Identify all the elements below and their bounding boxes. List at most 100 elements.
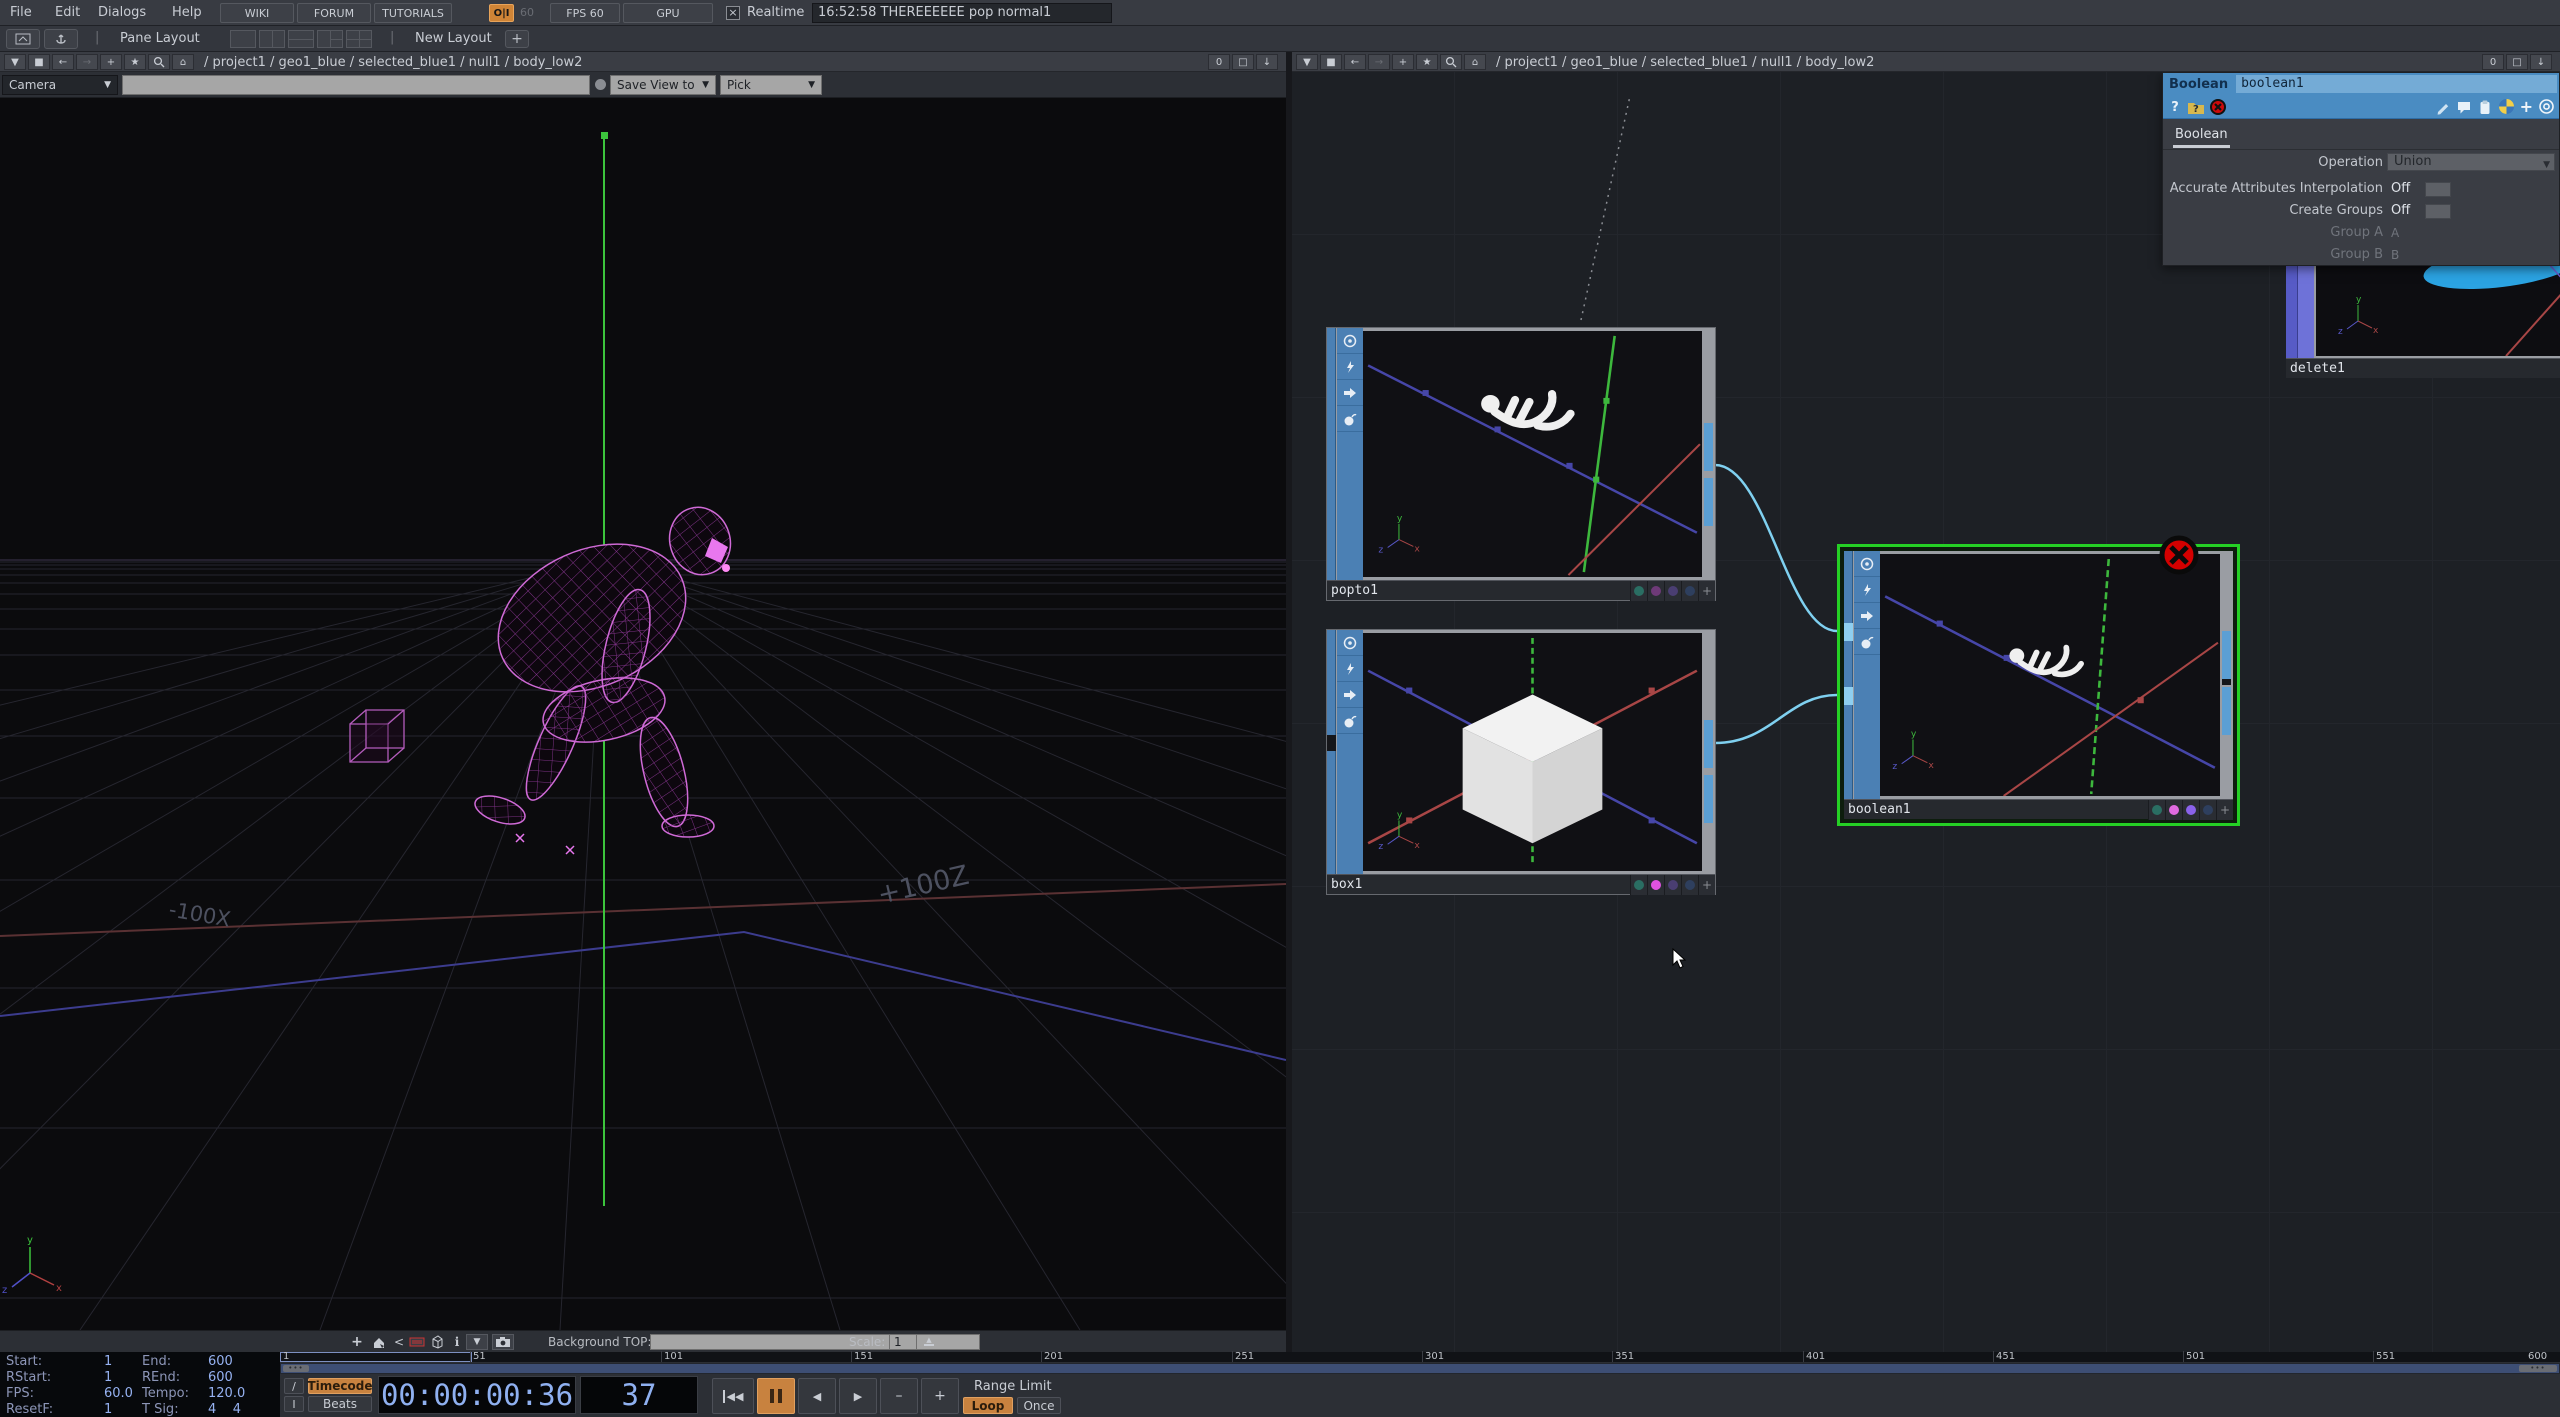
node-output-strip[interactable] bbox=[1702, 630, 1715, 874]
display-flag-icon[interactable] bbox=[1337, 328, 1363, 354]
color-dot[interactable] bbox=[2165, 800, 2182, 820]
home-icon[interactable]: ⌂ bbox=[1464, 54, 1486, 70]
color-dot[interactable] bbox=[1681, 581, 1698, 601]
search-icon[interactable] bbox=[1440, 54, 1462, 70]
y-axis-handle[interactable] bbox=[601, 132, 608, 139]
add-color-icon[interactable]: + bbox=[1698, 581, 1715, 601]
range-end-grip[interactable]: ••• bbox=[2519, 1365, 2557, 1372]
realtime-checkbox[interactable]: × bbox=[726, 6, 740, 20]
lock-flag-icon[interactable] bbox=[1337, 708, 1363, 734]
color-dot[interactable] bbox=[1647, 875, 1664, 895]
render-flag-icon[interactable] bbox=[1854, 603, 1880, 629]
fps-value[interactable]: 60.0 bbox=[104, 1386, 133, 1401]
tutorials-button[interactable]: TUTORIALS bbox=[374, 3, 452, 23]
rstart-value[interactable]: 1 bbox=[104, 1370, 112, 1385]
bypass-flag-icon[interactable] bbox=[1854, 577, 1880, 603]
layout-preset-two-columns[interactable] bbox=[259, 30, 285, 48]
create-groups-toggle[interactable] bbox=[2425, 204, 2451, 219]
search-icon[interactable] bbox=[148, 54, 170, 70]
node-name-label[interactable]: popto1 bbox=[1327, 583, 1630, 598]
operation-dropdown[interactable]: Union▼ bbox=[2387, 153, 2555, 171]
gpu-button[interactable]: GPU bbox=[623, 3, 713, 23]
display-flag-icon[interactable] bbox=[1337, 630, 1363, 656]
render-flag-icon[interactable] bbox=[1337, 380, 1363, 406]
target-mode-icon[interactable] bbox=[2538, 98, 2555, 115]
save-layout-icon[interactable] bbox=[44, 29, 78, 49]
forward-arrow-icon[interactable]: → bbox=[1368, 54, 1390, 70]
node-boolean1[interactable]: y x z boolean1 + bbox=[1844, 551, 2233, 819]
timecode-display[interactable]: 00:00:00:36 bbox=[378, 1376, 576, 1414]
color-dot[interactable] bbox=[1647, 581, 1664, 601]
node-name-bar[interactable]: delete1 bbox=[2286, 358, 2560, 378]
add-parameter-icon[interactable]: + bbox=[2520, 100, 2533, 114]
edit-pencil-icon[interactable] bbox=[2435, 99, 2451, 115]
timecode-mode-button[interactable]: Timecode bbox=[308, 1378, 372, 1394]
pick-dropdown[interactable]: Pick▼ bbox=[720, 75, 822, 95]
create-groups-value[interactable]: Off bbox=[2391, 203, 2410, 218]
forward-arrow-icon[interactable]: → bbox=[76, 54, 98, 70]
add-color-icon[interactable]: + bbox=[2216, 800, 2233, 820]
node-input-strip[interactable] bbox=[1844, 551, 1853, 799]
layout-preset-two-rows[interactable] bbox=[288, 30, 314, 48]
bypass-flag-icon[interactable] bbox=[1337, 354, 1363, 380]
node-name-label[interactable]: boolean1 bbox=[1844, 802, 2148, 817]
split-pane-icon[interactable]: ↓ bbox=[1256, 54, 1278, 70]
loop-button[interactable]: Loop bbox=[963, 1397, 1013, 1414]
save-view-dropdown[interactable]: Save View to▼ bbox=[610, 75, 716, 95]
input-connector-2[interactable] bbox=[1844, 687, 1853, 705]
input-connector-1[interactable] bbox=[1844, 623, 1853, 641]
color-dot[interactable] bbox=[2148, 800, 2165, 820]
once-button[interactable]: Once bbox=[1017, 1397, 1061, 1414]
geometry-icon[interactable] bbox=[428, 1334, 446, 1350]
output-connector[interactable] bbox=[1704, 775, 1713, 823]
color-dot[interactable] bbox=[1664, 875, 1681, 895]
wire-popto1-to-boolean1[interactable] bbox=[1715, 465, 1837, 631]
breadcrumb-path[interactable]: / project1 / geo1_blue / selected_blue1 … bbox=[1496, 55, 1874, 70]
scale-field[interactable]: 1 bbox=[889, 1334, 917, 1350]
resetf-value[interactable]: 1 bbox=[104, 1402, 112, 1417]
frame-ruler[interactable]: 1 51 101 151 201 251 301 351 401 451 501… bbox=[280, 1352, 2560, 1363]
new-layout-add-button[interactable]: + bbox=[505, 30, 529, 48]
stop-icon[interactable]: ■ bbox=[28, 54, 50, 70]
wireframe-cube[interactable] bbox=[350, 710, 404, 762]
parameter-panel-titlebar[interactable]: Boolean boolean1 bbox=[2163, 73, 2559, 95]
output-connector[interactable] bbox=[1704, 720, 1713, 768]
color-dot[interactable] bbox=[2182, 800, 2199, 820]
scale-stepper[interactable]: ▲ bbox=[920, 1334, 938, 1350]
pane-counter[interactable]: 0 bbox=[1208, 54, 1230, 70]
menu-edit[interactable]: Edit bbox=[55, 5, 80, 20]
pause-button[interactable] bbox=[757, 1378, 795, 1414]
node-box1[interactable]: y x z box1 + bbox=[1326, 629, 1716, 895]
node-name-bar[interactable]: boolean1 + bbox=[1844, 799, 2233, 819]
render-flag-icon[interactable] bbox=[1337, 682, 1363, 708]
node-name-field[interactable]: boolean1 bbox=[2236, 75, 2557, 93]
3d-viewport[interactable]: +100Z -100X y x z bbox=[0, 98, 1286, 1330]
info-icon[interactable]: i bbox=[448, 1334, 466, 1350]
frame-slash-button[interactable]: / bbox=[284, 1378, 304, 1394]
error-info-icon[interactable] bbox=[2209, 98, 2227, 116]
step-forward-button[interactable]: ▶ bbox=[839, 1378, 877, 1414]
node-name-label[interactable]: delete1 bbox=[2286, 361, 2560, 376]
color-dot[interactable] bbox=[1630, 875, 1647, 895]
color-dot[interactable] bbox=[1630, 581, 1647, 601]
wire-box1-to-boolean1[interactable] bbox=[1715, 695, 1837, 743]
jump-to-start-button[interactable]: ◀◀ bbox=[712, 1378, 754, 1414]
maximize-pane-icon[interactable]: □ bbox=[2506, 54, 2528, 70]
add-icon[interactable]: + bbox=[100, 54, 122, 70]
node-name-label[interactable]: box1 bbox=[1327, 877, 1630, 892]
copy-parameters-icon[interactable] bbox=[2477, 99, 2493, 115]
node-viewer[interactable]: y x z bbox=[2316, 263, 2560, 356]
menu-file[interactable]: File bbox=[10, 5, 32, 20]
color-dot[interactable] bbox=[2199, 800, 2216, 820]
decrement-button[interactable]: – bbox=[880, 1378, 918, 1414]
fps-button[interactable]: FPS 60 bbox=[550, 3, 620, 23]
increment-button[interactable]: + bbox=[921, 1378, 959, 1414]
bypass-flag-icon[interactable] bbox=[1337, 656, 1363, 682]
lock-icon[interactable] bbox=[595, 79, 606, 90]
menu-help[interactable]: Help bbox=[172, 5, 202, 20]
home-icon[interactable]: ⌂ bbox=[172, 54, 194, 70]
node-input-strip[interactable] bbox=[1327, 328, 1336, 580]
stop-icon[interactable]: ■ bbox=[1320, 54, 1342, 70]
layout-preset-single[interactable] bbox=[230, 30, 256, 48]
layout-preset-left-split[interactable] bbox=[317, 30, 343, 48]
